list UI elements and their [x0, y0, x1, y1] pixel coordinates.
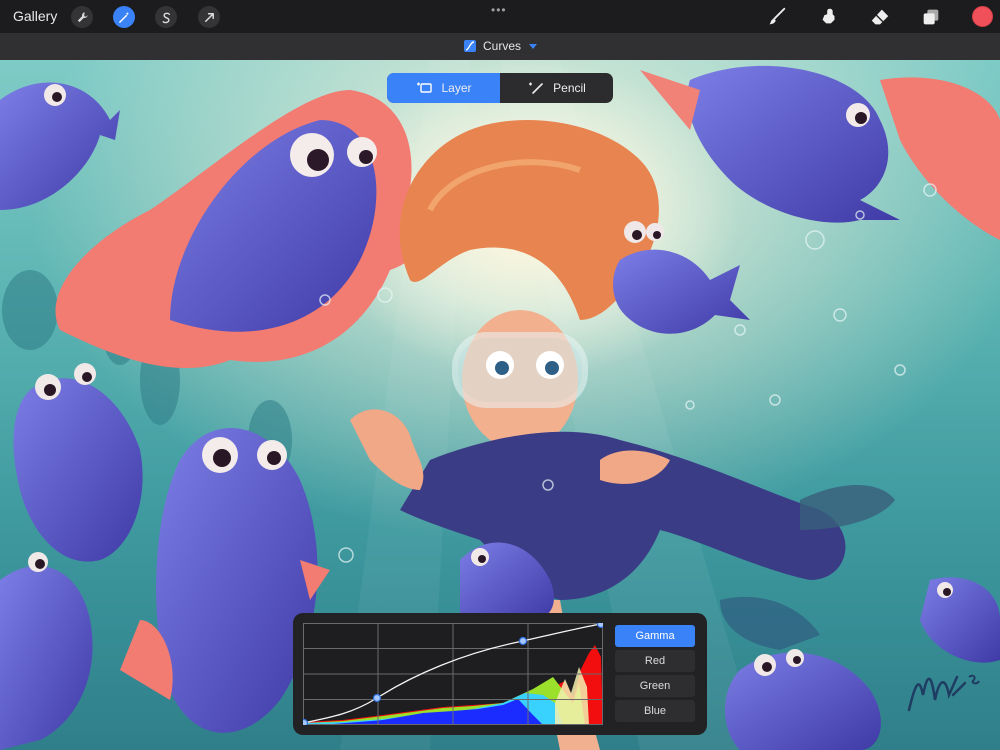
- selection-s-icon[interactable]: [155, 6, 177, 28]
- curves-title-dropdown[interactable]: Curves: [463, 39, 538, 53]
- curve-point[interactable]: [596, 623, 604, 629]
- artist-signature: [907, 674, 980, 712]
- curves-graph-svg: [303, 623, 603, 725]
- channel-red-button[interactable]: Red: [615, 650, 695, 672]
- channel-blue-button[interactable]: Blue: [615, 700, 695, 722]
- smudge-icon[interactable]: [817, 5, 841, 29]
- layer-mode-button[interactable]: Layer: [387, 73, 500, 103]
- curves-icon: [464, 40, 476, 52]
- wrench-icon[interactable]: [71, 6, 93, 28]
- layers-icon[interactable]: [919, 5, 943, 29]
- adjustment-title: Curves: [483, 39, 522, 53]
- pencil-mode-label: Pencil: [553, 81, 586, 95]
- channel-gamma-button[interactable]: Gamma: [615, 625, 695, 647]
- curves-graph[interactable]: [303, 623, 603, 725]
- pencil-sparkle-icon: [529, 82, 543, 94]
- curve-point[interactable]: [518, 636, 528, 646]
- pencil-mode-button[interactable]: Pencil: [500, 73, 613, 103]
- gallery-button[interactable]: Gallery: [13, 8, 57, 24]
- curve-point[interactable]: [372, 693, 382, 703]
- layer-plus-icon: [417, 82, 433, 93]
- layer-pencil-toggle: Layer Pencil: [387, 73, 613, 103]
- more-options-icon[interactable]: •••: [491, 3, 507, 17]
- curve-point[interactable]: [303, 718, 309, 726]
- top-toolbar: Gallery •••: [0, 0, 1000, 33]
- adjustment-title-bar: Curves: [0, 33, 1000, 60]
- curves-panel: Gamma Red Green Blue: [293, 613, 707, 735]
- color-swatch-button[interactable]: [972, 6, 993, 27]
- eraser-icon[interactable]: [868, 5, 892, 29]
- adjustments-wand-icon[interactable]: [113, 6, 135, 28]
- channel-green-button[interactable]: Green: [615, 675, 695, 697]
- layer-mode-label: Layer: [441, 81, 472, 95]
- chevron-down-icon: [529, 43, 538, 49]
- channel-list: Gamma Red Green Blue: [615, 625, 695, 725]
- brush-icon[interactable]: [765, 5, 789, 29]
- transform-arrow-icon[interactable]: [198, 6, 220, 28]
